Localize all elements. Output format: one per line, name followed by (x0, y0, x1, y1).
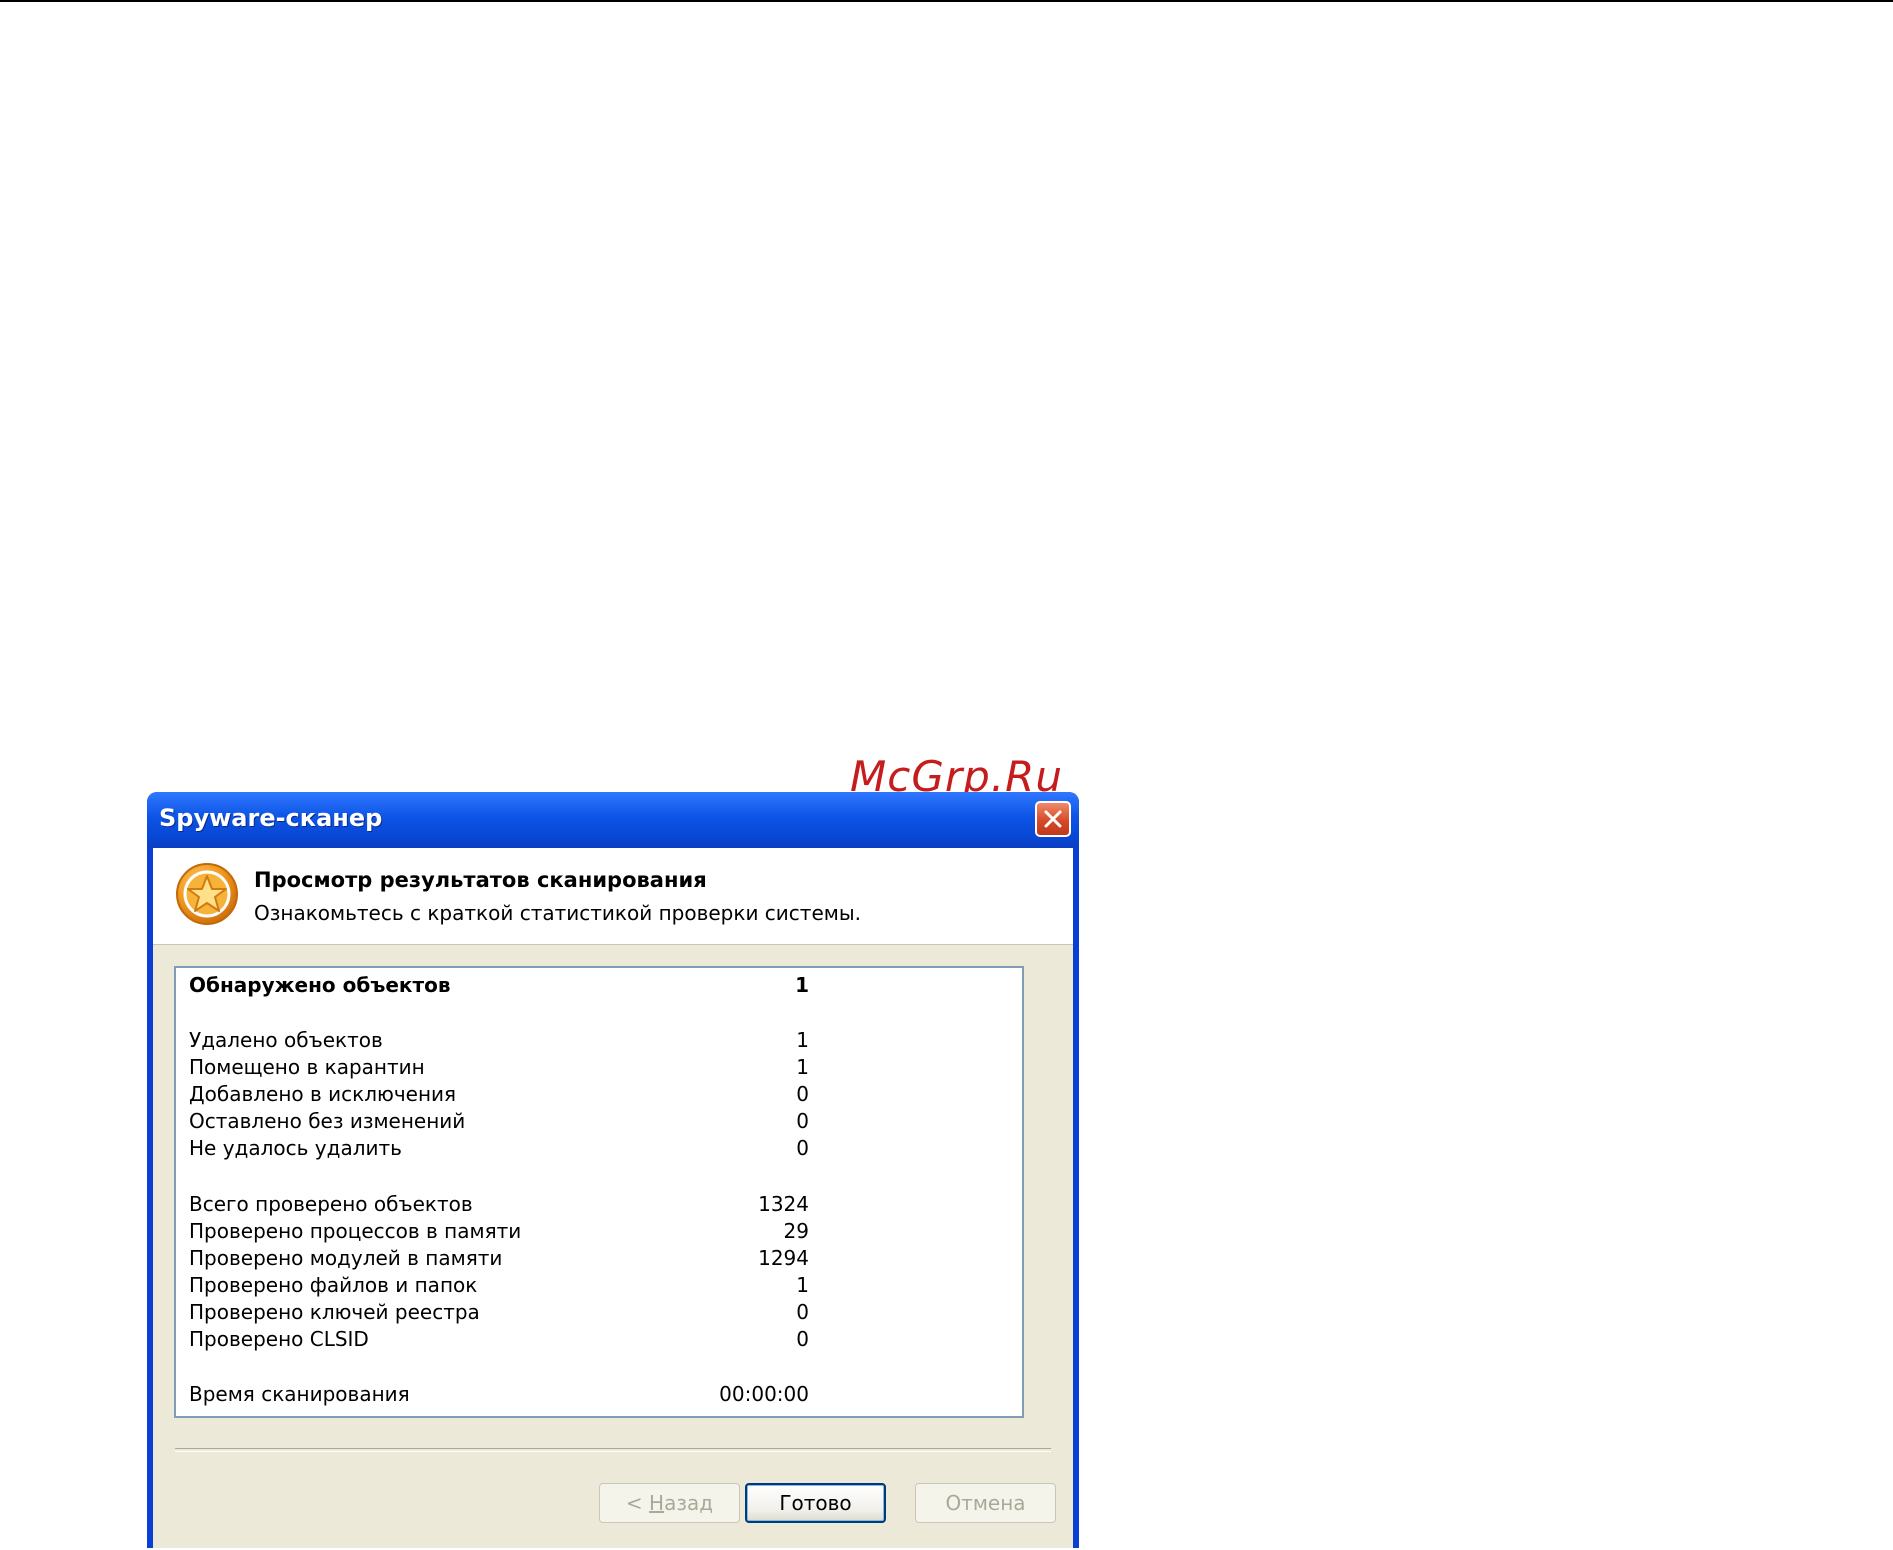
stat-row-total-checked: Всего проверено объектов 1324 (189, 1192, 809, 1219)
header-title: Просмотр результатов сканирования (254, 868, 707, 892)
stat-value: 00:00:00 (719, 1382, 809, 1406)
stat-value: 0 (796, 1082, 809, 1106)
stat-value: 0 (796, 1136, 809, 1160)
page-top-rule (0, 0, 1893, 2)
stat-value: 29 (783, 1219, 809, 1243)
stat-row-quarantined: Помещено в карантин 1 (189, 1055, 809, 1082)
header-subtitle: Ознакомьтесь с краткой статистикой прове… (254, 901, 861, 925)
stat-label: Время сканирования (189, 1382, 410, 1406)
stat-value: 1 (795, 973, 809, 997)
stat-label: Проверено ключей реестра (189, 1300, 480, 1324)
stat-label: Помещено в карантин (189, 1055, 425, 1079)
stat-value: 1 (796, 1028, 809, 1052)
stat-label: Удалено объектов (189, 1028, 383, 1052)
close-icon (1044, 810, 1062, 828)
stat-label: Обнаружено объектов (189, 973, 451, 997)
button-separator (175, 1448, 1051, 1452)
back-rest: азад (664, 1491, 714, 1515)
spyware-scanner-window: Spyware-сканер Просмотр результатов скан… (147, 792, 1079, 1548)
done-button[interactable]: Готово (745, 1483, 886, 1523)
stat-value: 0 (796, 1300, 809, 1324)
stat-value: 1294 (758, 1246, 809, 1270)
stat-row-registry: Проверено ключей реестра 0 (189, 1300, 809, 1327)
stat-row-processes: Проверено процессов в памяти 29 (189, 1219, 809, 1246)
stat-row-files: Проверено файлов и папок 1 (189, 1273, 809, 1300)
stat-value: 0 (796, 1109, 809, 1133)
cancel-button[interactable]: Отмена (915, 1483, 1056, 1523)
back-button[interactable]: < Назад (599, 1483, 740, 1523)
stat-label: Проверено процессов в памяти (189, 1219, 522, 1243)
stat-label: Проверено файлов и папок (189, 1273, 478, 1297)
stat-row-excluded: Добавлено в исключения 0 (189, 1082, 809, 1109)
stat-label: Проверено CLSID (189, 1327, 369, 1351)
stat-row-scan-time: Время сканирования 00:00:00 (189, 1382, 809, 1409)
stat-row-detected: Обнаружено объектов 1 (189, 973, 809, 1000)
back-prefix: < (625, 1491, 650, 1515)
star-badge-icon (176, 863, 238, 925)
stat-value: 1 (796, 1055, 809, 1079)
stat-label: Добавлено в исключения (189, 1082, 457, 1106)
stat-label: Всего проверено объектов (189, 1192, 473, 1216)
header-panel: Просмотр результатов сканирования Ознако… (153, 848, 1073, 945)
stat-value: 0 (796, 1327, 809, 1351)
stat-row-unchanged: Оставлено без изменений 0 (189, 1109, 809, 1136)
stat-row-removed: Удалено объектов 1 (189, 1028, 809, 1055)
stat-label: Проверено модулей в памяти (189, 1246, 503, 1270)
stat-row-clsid: Проверено CLSID 0 (189, 1327, 809, 1354)
dialog-client-area: Просмотр результатов сканирования Ознако… (153, 848, 1073, 1548)
stat-row-failed: Не удалось удалить 0 (189, 1136, 809, 1163)
stat-label: Оставлено без изменений (189, 1109, 466, 1133)
stat-value: 1 (796, 1273, 809, 1297)
close-button[interactable] (1035, 801, 1071, 837)
stat-row-modules: Проверено модулей в памяти 1294 (189, 1246, 809, 1273)
back-mnemonic: Н (649, 1491, 665, 1515)
title-bar[interactable]: Spyware-сканер (147, 792, 1079, 848)
stat-label: Не удалось удалить (189, 1136, 402, 1160)
scan-statistics-box: Обнаружено объектов 1 Удалено объектов 1… (174, 966, 1024, 1418)
stat-value: 1324 (758, 1192, 809, 1216)
window-title: Spyware-сканер (159, 804, 383, 832)
